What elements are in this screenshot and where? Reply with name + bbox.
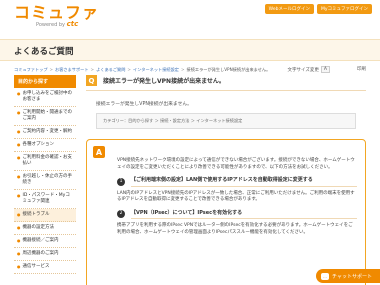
bullet-icon: ● xyxy=(17,129,21,134)
commufa-logo[interactable]: コミュファ Powered by ctc xyxy=(14,3,100,29)
bullet-icon: ● xyxy=(17,174,21,179)
breadcrumb-link[interactable]: インターネット接続設定 xyxy=(133,67,179,72)
sidebar-item-label: お申し込みをご検討中のお客さま xyxy=(22,91,73,102)
sidebar-item-label: 通信サービス xyxy=(22,264,50,269)
category-box: カテゴリー：目的から探す ＞ 接続・設定方法 ＞ インターネット接続設定 xyxy=(96,113,356,129)
logo-sub: Powered by ctc xyxy=(36,20,99,29)
breadcrumb-link[interactable]: よくあるご質問 xyxy=(96,67,125,72)
bullet-icon: ● xyxy=(17,91,21,96)
breadcrumb-separator: > xyxy=(127,67,131,72)
sidebar-item-label: 周辺機器のご案内 xyxy=(22,251,59,256)
bullet-icon: ● xyxy=(17,155,21,160)
sidebar-item[interactable]: ● 各種オプション xyxy=(14,139,76,152)
sidebar-item-label: 機器接続／ご案内 xyxy=(22,238,59,243)
logo-text: コミュファ xyxy=(14,3,100,22)
my-commufa-login-button[interactable]: Myコミュファログイン xyxy=(316,4,372,14)
question-header: Q 接続エラーが発生しVPN接続が出来ません。 xyxy=(86,75,366,91)
sidebar-item[interactable]: ● 通信サービス xyxy=(14,261,76,274)
bullet-icon: ● xyxy=(17,225,21,230)
breadcrumb-current: 接続エラーが発生しVPN接続が出来ません。 xyxy=(186,67,271,72)
step-2-heading: 【VPN（IPsec）について】IPsecを有効化する xyxy=(131,210,357,219)
sidebar-item-label: 各種オプション xyxy=(22,142,55,147)
logo-sub-prefix: Powered by xyxy=(36,22,65,28)
question-body: 接続エラーが発生しVPN接続が出来ません。 xyxy=(96,102,192,107)
font-size-label: 文字サイズ変更 xyxy=(287,67,319,73)
sidebar-item-active[interactable]: ● 接続トラブル xyxy=(14,209,76,222)
answer-badge: A xyxy=(93,146,105,158)
site-header: コミュファ Powered by ctc Webメールログイン Myコミュファロ… xyxy=(0,0,380,36)
answer-intro: VPN接続先ネットワーク環境の設定によって通信ができない場合がございます。接続が… xyxy=(117,158,355,170)
sidebar-item[interactable]: ● 周辺機器のご案内 xyxy=(14,248,76,261)
step-1-header: 1 【ご利用端末側の設定】LAN側で使用するIPアドレスを自動取得設定に変更する xyxy=(117,177,357,187)
chat-support-label: チャットサポート xyxy=(332,273,372,280)
step-1-heading: 【ご利用端末側の設定】LAN側で使用するIPアドレスを自動取得設定に変更する xyxy=(131,177,357,187)
sidebar-item-label: お引越し・休止の方の手続き xyxy=(22,174,73,185)
sidebar-item[interactable]: ● 機器接続／ご案内 xyxy=(14,235,76,248)
bullet-icon: ● xyxy=(17,193,21,198)
header-buttons: Webメールログイン Myコミュファログイン xyxy=(264,4,372,14)
breadcrumb-link[interactable]: お客さまサポート xyxy=(55,67,89,72)
sidebar-item-label: 接続トラブル xyxy=(22,212,50,217)
page-title-band: よくあるご質問 xyxy=(0,39,380,61)
sidebar-item-label: ID・パスワード・Myコミュファ関連 xyxy=(22,193,70,204)
sidebar-item[interactable]: ● ご利用開始・開通までのご案内 xyxy=(14,107,76,126)
font-size-button[interactable]: A xyxy=(320,66,330,73)
question-title: 接続エラーが発生しVPN接続が出来ません。 xyxy=(103,78,225,85)
bullet-icon: ● xyxy=(17,251,21,256)
answer-box: A VPN接続先ネットワーク環境の設定によって通信ができない場合がございます。接… xyxy=(86,139,366,285)
step-number: 2 xyxy=(117,210,125,219)
breadcrumb: コミュファトップ > お客さまサポート > よくあるご質問 > インターネット接続設定 > 接続… xyxy=(14,67,270,73)
sidebar-item-label: ご利用開始・開通までのご案内 xyxy=(22,110,73,121)
step-1-text: LAN内のIPアドレスとVPN接続先のIPアドレスが一致した場合、正常にご利用い… xyxy=(117,190,355,203)
page-title: よくあるご質問 xyxy=(14,47,74,57)
bullet-icon: ● xyxy=(17,238,21,243)
breadcrumb-separator: > xyxy=(49,67,54,72)
step-number: 1 xyxy=(117,177,125,186)
print-button[interactable]: 印刷 xyxy=(357,66,366,72)
sidebar-item[interactable]: ● お申し込みをご検討中のお客さま xyxy=(14,88,76,107)
bullet-icon: ● xyxy=(17,212,21,217)
sidebar-item[interactable]: ● ご利用料金の確認・お支払い xyxy=(14,152,76,171)
sidebar-item[interactable]: ● 機器の設定方法 xyxy=(14,222,76,235)
sidebar-item-label: 機器の設定方法 xyxy=(22,225,55,230)
sidebar-item[interactable]: ● お引越し・休止の方の手続き xyxy=(14,171,76,190)
step-2-text: 携帯アプリを利用する際のIPsec VPNではルーター側のIPsecを有効化する… xyxy=(117,223,353,235)
sidebar-heading: 目的から探す xyxy=(14,75,76,88)
breadcrumb-separator: > xyxy=(180,67,185,72)
breadcrumb-link[interactable]: コミュファトップ xyxy=(14,67,48,72)
logo-sub-brand: ctc xyxy=(66,20,79,28)
chat-support-button[interactable]: … チャットサポート xyxy=(316,269,380,283)
main-content: Q 接続エラーが発生しVPN接続が出来ません。 接続エラーが発生しVPN接続が出… xyxy=(86,75,366,285)
question-badge: Q xyxy=(86,75,97,86)
chat-bubble-icon: … xyxy=(321,272,329,280)
bullet-icon: ● xyxy=(17,264,21,269)
font-size-control: 文字サイズ変更 A xyxy=(288,66,330,73)
bullet-icon: ● xyxy=(17,142,21,147)
sidebar-item-label: ご利用料金の確認・お支払い xyxy=(22,155,73,166)
sidebar-item-label: ご契約内容・変更・解約 xyxy=(22,129,73,134)
sidebar: 目的から探す ● お申し込みをご検討中のお客さま ● ご利用開始・開通までのご案内 … xyxy=(14,75,76,274)
webmail-login-button[interactable]: Webメールログイン xyxy=(264,4,314,14)
step-2-header: 2 【VPN（IPsec）について】IPsecを有効化する xyxy=(117,210,357,219)
answer-content: VPN接続先ネットワーク環境の設定によって通信ができない場合がございます。接続が… xyxy=(117,158,357,236)
breadcrumb-separator: > xyxy=(90,67,95,72)
sidebar-item[interactable]: ● ID・パスワード・Myコミュファ関連 xyxy=(14,190,76,209)
sidebar-item[interactable]: ● ご契約内容・変更・解約 xyxy=(14,126,76,139)
bullet-icon: ● xyxy=(17,110,21,115)
